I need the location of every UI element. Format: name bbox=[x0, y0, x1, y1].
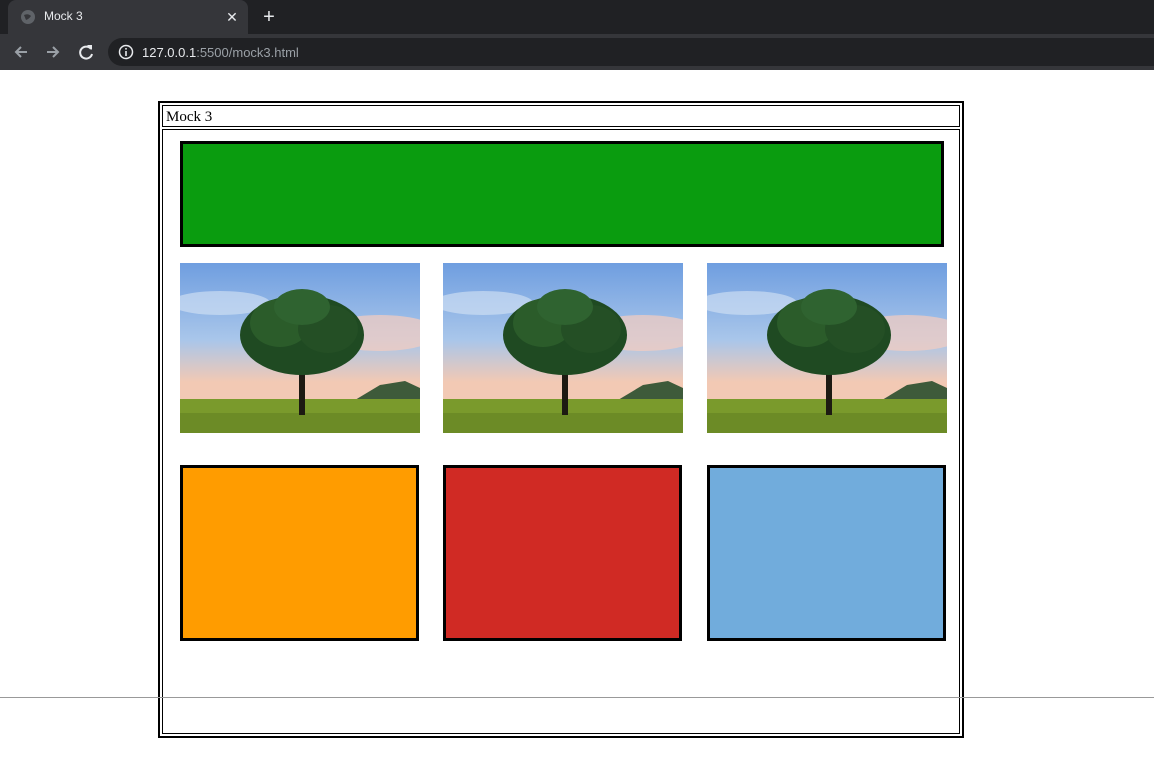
tree-image-1 bbox=[180, 263, 420, 433]
reload-icon[interactable] bbox=[75, 41, 97, 63]
caption-cell: Mock 3 bbox=[162, 105, 960, 127]
url-path: :5500/mock3.html bbox=[196, 45, 299, 60]
url-text: 127.0.0.1:5500/mock3.html bbox=[142, 45, 299, 60]
blue-box bbox=[707, 465, 946, 641]
red-box bbox=[443, 465, 682, 641]
new-tab-icon[interactable]: + bbox=[258, 6, 280, 28]
browser-toolbar: 127.0.0.1:5500/mock3.html bbox=[0, 34, 1154, 70]
window-bottom-edge bbox=[0, 697, 1154, 698]
url-host: 127.0.0.1 bbox=[142, 45, 197, 60]
tab-title: Mock 3 bbox=[44, 9, 83, 23]
green-banner bbox=[180, 141, 944, 247]
info-icon[interactable] bbox=[118, 44, 134, 60]
tab-mock3[interactable]: Mock 3 ✕ bbox=[8, 0, 248, 34]
address-bar[interactable]: 127.0.0.1:5500/mock3.html bbox=[108, 38, 1154, 66]
back-arrow-icon[interactable] bbox=[10, 41, 32, 63]
close-tab-icon[interactable]: ✕ bbox=[223, 8, 241, 26]
tree-image-3 bbox=[707, 263, 947, 433]
forward-arrow-icon[interactable] bbox=[42, 41, 64, 63]
page-caption: Mock 3 bbox=[166, 109, 213, 125]
tree-image-2 bbox=[443, 263, 683, 433]
globe-icon bbox=[21, 10, 35, 24]
tab-bar: Mock 3 ✕ + bbox=[0, 0, 1154, 34]
orange-box bbox=[180, 465, 419, 641]
